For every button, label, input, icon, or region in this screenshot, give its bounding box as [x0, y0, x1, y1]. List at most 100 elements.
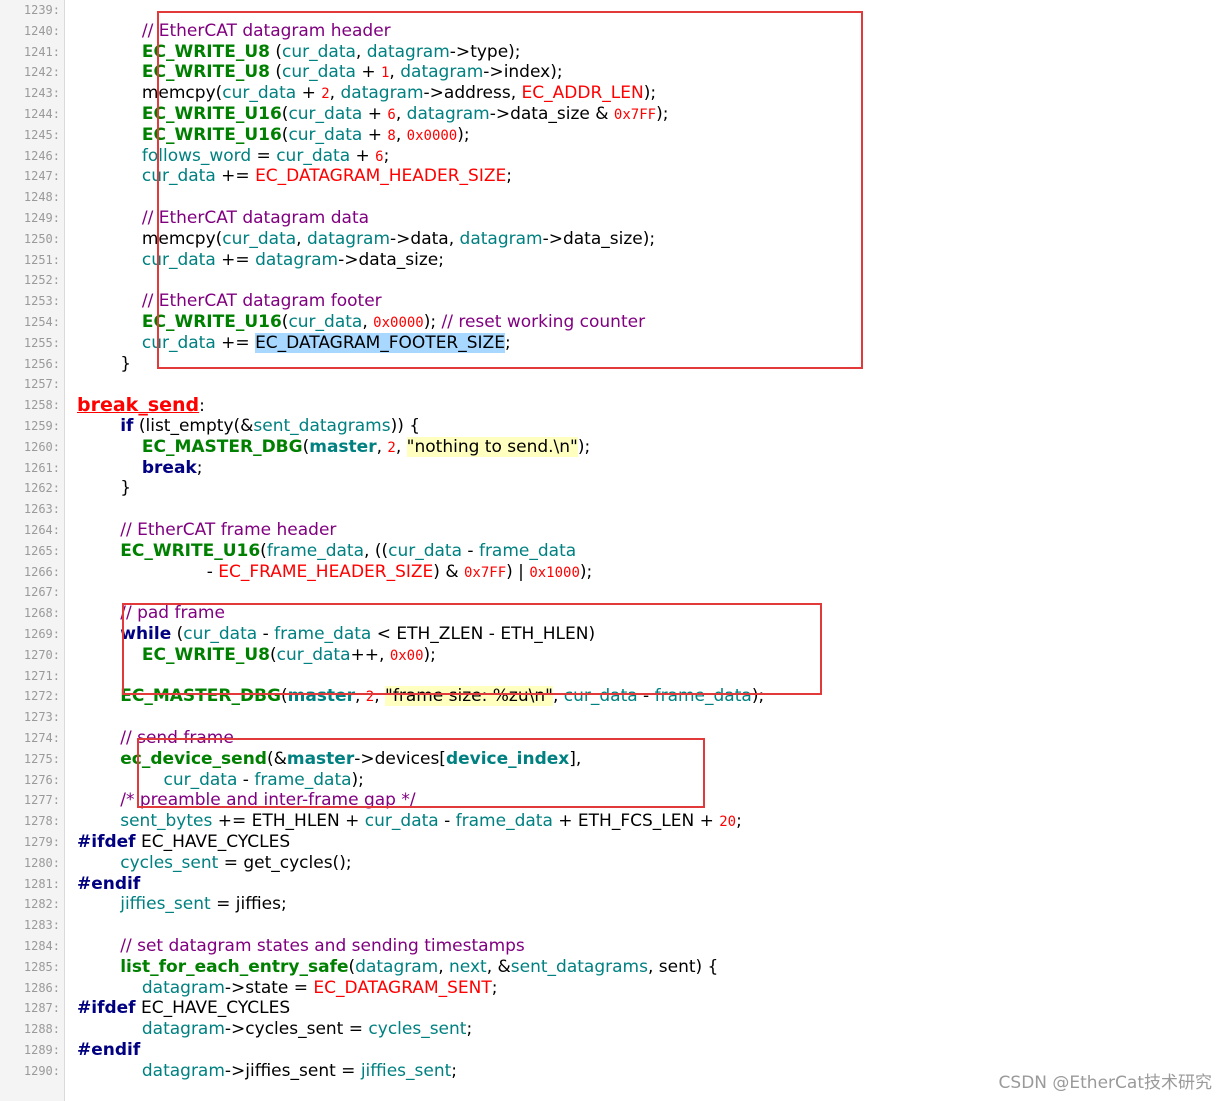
- line-number: 1242:: [23, 65, 60, 80]
- code-line[interactable]: EC_WRITE_U16(cur_data + 6, datagram->dat…: [77, 104, 669, 125]
- code-token-var: cur_data: [364, 811, 439, 832]
- code-line[interactable]: list_for_each_entry_safe(datagram, next,…: [77, 957, 718, 978]
- code-line[interactable]: - EC_FRAME_HEADER_SIZE) & 0x7FF) | 0x100…: [77, 562, 593, 583]
- code-token-var: datagram: [366, 41, 450, 62]
- code-line[interactable]: // EtherCAT frame header: [77, 520, 336, 541]
- code-line[interactable]: #ifdef EC_HAVE_CYCLES: [77, 832, 290, 853]
- code-token-plain: (: [280, 686, 288, 707]
- code-line[interactable]: sent_bytes += ETH_HLEN + cur_data - fram…: [77, 811, 742, 832]
- line-number: 1273:: [23, 710, 60, 725]
- code-token-var: cur_data: [163, 769, 238, 790]
- code-line[interactable]: cycles_sent = get_cycles();: [77, 853, 351, 874]
- code-token-kw: if: [120, 416, 134, 436]
- code-line[interactable]: memcpy(cur_data, datagram->data, datagra…: [77, 229, 655, 250]
- code-token-plain: );: [457, 124, 470, 145]
- line-number: 1280:: [23, 855, 60, 870]
- code-line[interactable]: break_send:: [77, 395, 205, 417]
- code-token-var: cur_data: [282, 62, 356, 83]
- code-line[interactable]: EC_WRITE_U16(frame_data, ((cur_data - fr…: [77, 541, 576, 562]
- code-token-plain: ,: [362, 312, 374, 332]
- code-line[interactable]: datagram->jiffies_sent = jiffies_sent;: [77, 1061, 457, 1082]
- code-token-var: datagram: [400, 62, 484, 83]
- line-number: 1240:: [23, 23, 60, 38]
- code-line[interactable]: // EtherCAT datagram footer: [77, 291, 382, 312]
- code-token-comment: // pad frame: [120, 603, 225, 624]
- line-number: 1243:: [23, 86, 60, 101]
- code-line[interactable]: memcpy(cur_data + 2, datagram->address, …: [77, 83, 656, 104]
- code-line[interactable]: cur_data += EC_DATAGRAM_HEADER_SIZE;: [77, 166, 512, 187]
- watermark: CSDN @EtherCat技术研究: [998, 1073, 1212, 1093]
- code-token-macro: EC_WRITE_U16: [141, 124, 282, 145]
- code-token-var: cur_data: [141, 332, 216, 353]
- code-token-plain: index: [503, 62, 551, 83]
- code-token-var: cur_data: [183, 624, 258, 644]
- code-token-plain: , &: [486, 956, 511, 977]
- code-token-comment: /* preamble and inter-frame gap */: [120, 790, 416, 811]
- code-line[interactable]: // EtherCAT datagram header: [77, 21, 391, 42]
- code-token-num: 0x1000: [529, 564, 580, 581]
- line-number: 1239:: [23, 3, 60, 17]
- code-line[interactable]: #endif: [77, 1040, 140, 1061]
- code-token-plain: :: [199, 396, 205, 417]
- code-line[interactable]: cur_data += EC_DATAGRAM_FOOTER_SIZE;: [77, 332, 511, 354]
- code-token-str: "frame size: %zu\n": [385, 686, 553, 707]
- code-line[interactable]: /* preamble and inter-frame gap */: [77, 790, 416, 811]
- code-line[interactable]: // send frame: [77, 728, 234, 749]
- code-token-var: frame_data: [254, 769, 352, 790]
- code-line[interactable]: #ifdef EC_HAVE_CYCLES: [77, 998, 290, 1019]
- code-line[interactable]: // set datagram states and sending times…: [77, 936, 525, 957]
- code-token-comment: // set datagram states and sending times…: [120, 936, 525, 956]
- code-line[interactable]: EC_WRITE_U16(cur_data, 0x0000); // reset…: [77, 312, 645, 333]
- code-line[interactable]: // pad frame: [77, 603, 225, 624]
- code-line[interactable]: while (cur_data - frame_data < ETH_ZLEN …: [77, 624, 595, 645]
- line-number: 1278:: [23, 814, 60, 829]
- code-token-plain: < ETH_ZLEN - ETH_HLEN): [371, 624, 596, 644]
- code-token-plain: +=: [215, 332, 256, 353]
- code-line[interactable]: EC_WRITE_U8 (cur_data + 1, datagram->ind…: [77, 62, 563, 83]
- code-line[interactable]: EC_WRITE_U8 (cur_data, datagram->type);: [77, 42, 521, 63]
- code-token-macro: EC_MASTER_DBG: [141, 436, 303, 457]
- code-line[interactable]: EC_MASTER_DBG(master, 2, "nothing to sen…: [77, 436, 590, 458]
- code-token-pre: #ifdef: [77, 998, 136, 1019]
- code-line[interactable]: }: [77, 478, 131, 499]
- line-number: 1255:: [23, 335, 60, 350]
- code-token-var: jiffies_sent: [360, 1060, 452, 1081]
- code-line[interactable]: cur_data - frame_data);: [77, 769, 363, 791]
- code-line[interactable]: ec_device_send(&master->devices[device_i…: [77, 749, 581, 770]
- code-line[interactable]: // EtherCAT datagram data: [77, 208, 369, 229]
- code-token-var: sent_datagrams: [510, 956, 648, 977]
- code-line[interactable]: jiffies_sent = jiffies;: [77, 894, 286, 915]
- code-line[interactable]: #endif: [77, 874, 140, 895]
- code-line[interactable]: if (list_empty(&sent_datagrams)) {: [77, 416, 420, 437]
- code-token-hl: EC_DATAGRAM_FOOTER_SIZE: [255, 332, 505, 353]
- code-line[interactable]: EC_WRITE_U16(cur_data + 8, 0x0000);: [77, 125, 470, 146]
- code-token-plain: (list_empty(&: [133, 416, 254, 436]
- line-number: 1284:: [23, 939, 60, 953]
- code-token-num: 0x0000: [373, 315, 424, 331]
- code-token-plain: ;: [491, 977, 498, 998]
- code-line[interactable]: EC_WRITE_U8(cur_data++, 0x00);: [77, 645, 436, 666]
- line-number: 1277:: [23, 793, 60, 808]
- code-token-plain: memcpy(: [77, 228, 223, 249]
- code-token-const: EC_DATAGRAM_SENT: [313, 977, 492, 998]
- code-line[interactable]: datagram->state = EC_DATAGRAM_SENT;: [77, 978, 498, 999]
- code-line[interactable]: follows_word = cur_data + 6;: [77, 146, 389, 167]
- code-line[interactable]: datagram->cycles_sent = cycles_sent;: [77, 1019, 472, 1040]
- code-token-num: 8: [387, 127, 396, 144]
- code-line[interactable]: }: [77, 354, 131, 375]
- code-token-var: next: [449, 956, 487, 977]
- code-line[interactable]: cur_data += datagram->data_size;: [77, 250, 444, 271]
- code-token-macro: list_for_each_entry_safe: [120, 956, 349, 977]
- line-number: 1276:: [23, 772, 60, 787]
- code-line[interactable]: EC_MASTER_DBG(master, 2, "frame size: %z…: [77, 686, 764, 707]
- code-editor[interactable]: 1239: 1240: // EtherCAT datagram header 12…: [0, 0, 1228, 1101]
- code-line[interactable]: break;: [77, 458, 203, 479]
- code-token-plain: ->cycles_sent =: [224, 1019, 369, 1040]
- line-number: 1263:: [23, 502, 60, 517]
